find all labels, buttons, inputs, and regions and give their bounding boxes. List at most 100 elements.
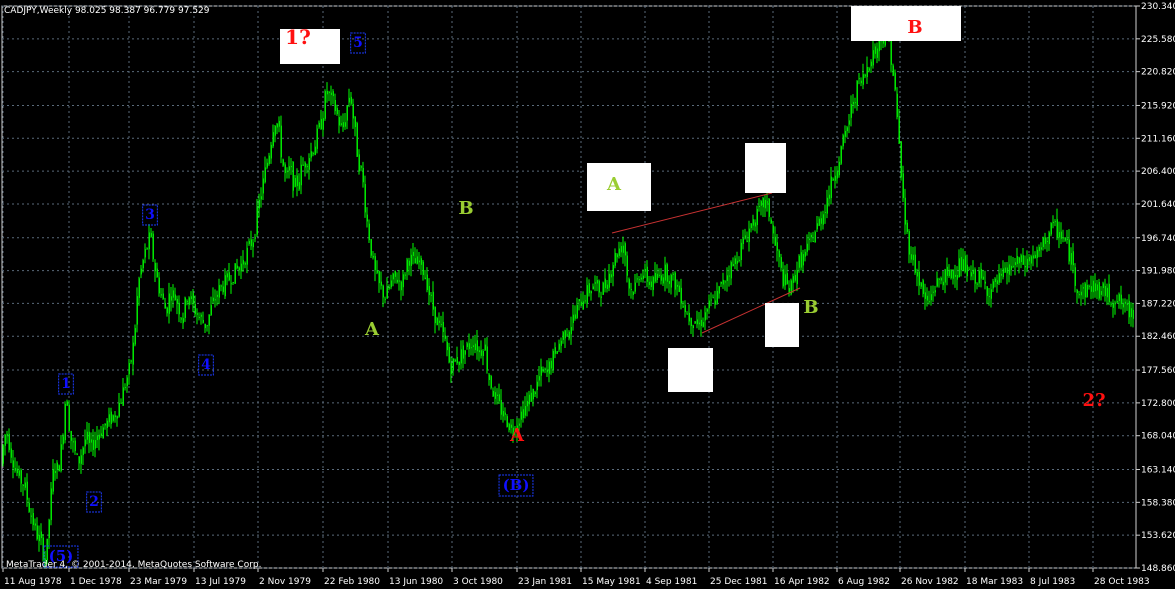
candle-body — [442, 321, 444, 333]
candle-body — [796, 270, 798, 285]
candle-body — [348, 97, 350, 103]
candle-body — [1104, 285, 1106, 296]
candle-body — [1046, 240, 1048, 242]
candle-body — [6, 433, 8, 436]
candle-body — [626, 255, 628, 276]
candle-body — [688, 312, 690, 322]
candle-body — [528, 394, 530, 405]
candle-body — [864, 74, 866, 77]
candle-body — [440, 324, 442, 326]
candle-body — [762, 198, 764, 208]
candle-body — [336, 107, 338, 115]
candle-body — [970, 272, 972, 277]
candle-body — [770, 219, 772, 224]
candle-body — [978, 270, 980, 284]
candle-body — [190, 296, 192, 299]
candle-body — [860, 80, 862, 84]
candle-body — [454, 359, 456, 362]
candle-body — [844, 130, 846, 137]
candle-body — [202, 319, 204, 323]
candle-body — [282, 159, 284, 166]
candle-body — [832, 178, 834, 181]
candle-body — [1038, 246, 1040, 252]
candle-body — [328, 91, 330, 94]
candle-body — [12, 460, 14, 468]
candle-body — [396, 279, 398, 283]
candle-body — [556, 351, 558, 354]
candle-body — [614, 252, 616, 266]
candle-body — [94, 440, 96, 449]
candle-body — [460, 349, 462, 364]
candle-body — [608, 273, 610, 288]
candle-body — [248, 240, 250, 244]
candle-body — [612, 265, 614, 277]
candle-body — [176, 298, 178, 304]
candle-body — [498, 394, 500, 402]
candle-body — [1020, 255, 1022, 263]
candle-body — [610, 274, 612, 278]
candle-body — [360, 166, 362, 168]
candle-body — [740, 242, 742, 261]
candle-body — [274, 126, 276, 136]
candle-body — [4, 434, 6, 446]
candle-body — [354, 116, 356, 128]
candle-body — [284, 164, 286, 174]
x-tick-label: 1 Dec 1978 — [70, 577, 122, 587]
candle-body — [52, 469, 54, 492]
candle-body — [128, 363, 130, 375]
candle-body — [870, 61, 872, 67]
candle-body — [120, 402, 122, 404]
candle-body — [618, 248, 620, 256]
candle-body — [286, 171, 288, 173]
wave-label: 1 — [61, 376, 71, 392]
candle-body — [994, 278, 996, 282]
candle-body — [776, 242, 778, 251]
candle-body — [794, 274, 796, 281]
candle-body — [482, 350, 484, 356]
candle-body — [134, 328, 136, 345]
candle-body — [306, 166, 308, 168]
candle-body — [232, 282, 234, 284]
candle-body — [856, 80, 858, 106]
candle-body — [1078, 294, 1080, 296]
candle-body — [702, 322, 704, 327]
candle-body — [1116, 301, 1118, 303]
candle-body — [1006, 267, 1008, 274]
candle-body — [226, 273, 228, 278]
candle-body — [116, 416, 118, 419]
candle-body — [352, 103, 354, 119]
candle-body — [722, 279, 724, 285]
price-chart[interactable]: (5)123451?ABA(B)ABB2? 230.340225.580220.… — [0, 0, 1175, 589]
candle-body — [340, 123, 342, 126]
candle-body — [142, 260, 144, 269]
candle-body — [930, 294, 932, 301]
candle-body — [1084, 283, 1086, 298]
candle-body — [922, 280, 924, 295]
candle-body — [584, 300, 586, 302]
y-tick-label: 206.400 — [1141, 167, 1175, 177]
candle-body — [392, 273, 394, 280]
candle-body — [986, 286, 988, 296]
candle-body — [1122, 304, 1124, 308]
candle-body — [230, 283, 232, 285]
candle-body — [838, 161, 840, 176]
candle-body — [184, 297, 186, 318]
candle-body — [100, 433, 102, 436]
candle-body — [1032, 255, 1034, 259]
candle-body — [684, 305, 686, 313]
candle-body — [448, 346, 450, 363]
candle-body — [32, 512, 34, 526]
candle-body — [592, 286, 594, 290]
wave-label: B — [458, 198, 473, 219]
x-tick-label: 16 Apr 1982 — [774, 577, 830, 587]
candle-body — [1062, 237, 1064, 239]
candle-body — [972, 269, 974, 274]
candle-body — [716, 290, 718, 304]
candle-body — [958, 258, 960, 277]
highlight-box — [765, 303, 799, 347]
candle-body — [938, 278, 940, 280]
candle-body — [752, 219, 754, 226]
candle-body — [1126, 303, 1128, 305]
candle-body — [652, 276, 654, 290]
candle-body — [808, 238, 810, 241]
